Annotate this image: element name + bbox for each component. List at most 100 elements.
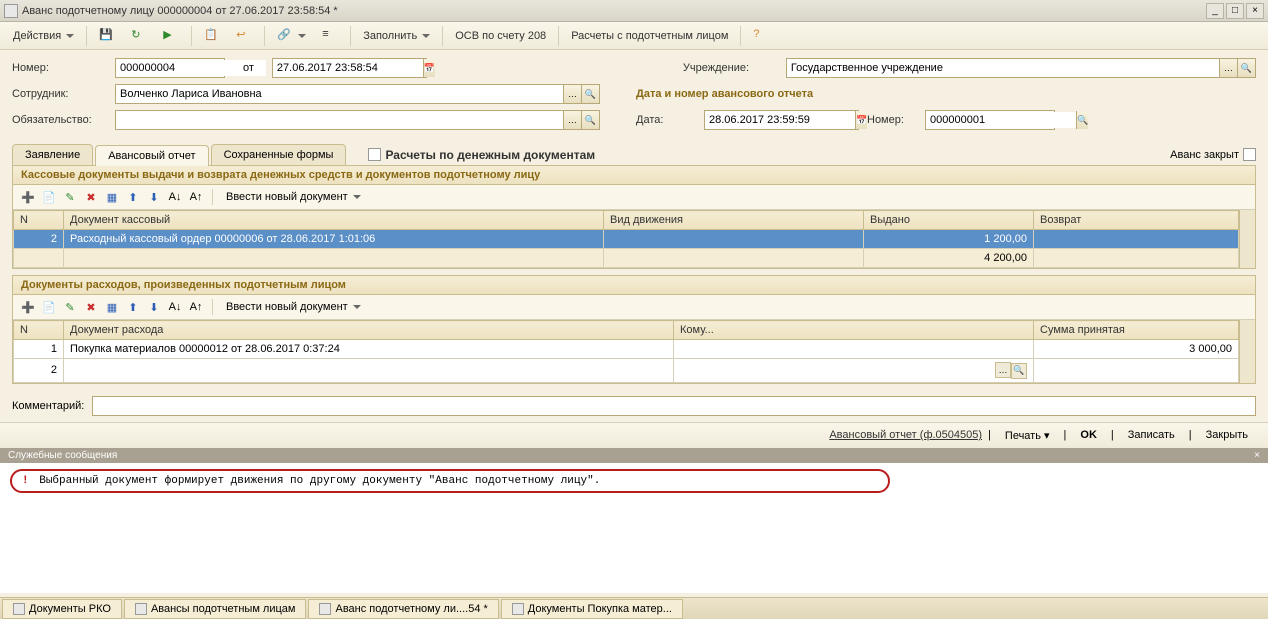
obligation-field[interactable]: … 🔍 <box>115 110 600 130</box>
refresh-icon-button[interactable]: ↻ <box>124 25 154 47</box>
col-sum[interactable]: Сумма принятая <box>1034 321 1239 340</box>
move-up-button[interactable]: ⬆ <box>124 298 142 316</box>
number-field[interactable] <box>115 58 225 78</box>
table-row[interactable]: 2 …🔍 <box>14 359 1239 383</box>
osv-button[interactable]: ОСВ по счету 208 <box>448 27 553 45</box>
scrollbar[interactable] <box>1239 320 1255 383</box>
col-ret[interactable]: Возврат <box>1034 211 1239 230</box>
actions-menu[interactable]: Действия <box>6 27 81 45</box>
org-input[interactable] <box>787 60 1219 76</box>
col-who[interactable]: Кому... <box>674 321 1034 340</box>
number2-label: Номер: <box>867 114 917 126</box>
col-type[interactable]: Вид движения <box>604 211 864 230</box>
close-button[interactable]: Закрыть <box>1198 427 1256 443</box>
col-doc[interactable]: Документ расхода <box>64 321 674 340</box>
obligation-input[interactable] <box>116 112 563 128</box>
print-menu[interactable]: Печать ▾ <box>997 427 1058 444</box>
copy-row-button[interactable]: 📄 <box>40 188 58 206</box>
calendar-icon[interactable]: 📅 <box>855 111 867 129</box>
sort-desc-button[interactable]: A↑ <box>187 298 205 316</box>
tab-advance-report[interactable]: Авансовый отчет <box>95 145 208 166</box>
copy-row-button[interactable]: 📄 <box>40 298 58 316</box>
messages-close-icon[interactable]: × <box>1254 450 1260 461</box>
save-button[interactable]: Записать <box>1120 427 1183 443</box>
ok-button[interactable]: OK <box>1072 427 1105 443</box>
col-n[interactable]: N <box>14 321 64 340</box>
search-icon[interactable]: 🔍 <box>581 111 599 129</box>
table-row[interactable]: 2 Расходный кассовый ордер 00000006 от 2… <box>14 230 1239 249</box>
scrollbar[interactable] <box>1239 210 1255 268</box>
sort-desc-button[interactable]: A↑ <box>187 188 205 206</box>
move-up-button[interactable]: ⬆ <box>124 188 142 206</box>
col-out[interactable]: Выдано <box>864 211 1034 230</box>
status-tab-1[interactable]: Документы РКО <box>2 599 122 619</box>
post-icon-button[interactable]: ▶ <box>156 25 186 47</box>
number2-field[interactable]: 🔍 <box>925 110 1055 130</box>
tab-application[interactable]: Заявление <box>12 144 93 165</box>
floppy-icon: 💾 <box>99 28 115 44</box>
advance-closed-checkbox[interactable] <box>1243 148 1256 161</box>
fill-menu[interactable]: Заполнить <box>356 27 437 45</box>
employee-input[interactable] <box>116 86 563 102</box>
col-n[interactable]: N <box>14 211 64 230</box>
calendar-icon[interactable]: 📅 <box>423 59 435 77</box>
document-icon <box>319 603 331 615</box>
select-icon[interactable]: … <box>995 362 1011 378</box>
money-docs-checkbox[interactable]: Расчеты по денежным документам <box>368 148 595 162</box>
minimize-button[interactable]: _ <box>1206 3 1224 19</box>
help-button[interactable]: ? <box>746 25 776 47</box>
edit-button[interactable]: ✎ <box>61 298 79 316</box>
org-field[interactable]: … 🔍 <box>786 58 1256 78</box>
add-button[interactable]: ➕ <box>19 298 37 316</box>
date2-field[interactable]: 📅 <box>704 110 859 130</box>
select-icon[interactable]: … <box>563 85 581 103</box>
new-doc-menu[interactable]: Ввести новый документ <box>220 298 367 316</box>
checkbox-icon[interactable] <box>368 148 381 161</box>
status-tab-4[interactable]: Документы Покупка матер... <box>501 599 683 619</box>
grid-button[interactable]: ▦ <box>103 298 121 316</box>
search-icon[interactable]: 🔍 <box>1011 363 1027 379</box>
delete-button[interactable]: ✖ <box>82 188 100 206</box>
delete-button[interactable]: ✖ <box>82 298 100 316</box>
select-icon[interactable]: … <box>563 111 581 129</box>
status-tab-3[interactable]: Аванс подотчетному ли....54 * <box>308 599 498 619</box>
grid-button[interactable]: ▦ <box>103 188 121 206</box>
expense-docs-title: Документы расходов, произведенных подотч… <box>13 276 1255 295</box>
chevron-down-icon <box>422 34 430 38</box>
status-tab-2[interactable]: Авансы подотчетным лицам <box>124 599 307 619</box>
sort-asc-button[interactable]: A↓ <box>166 188 184 206</box>
tab-saved-forms[interactable]: Сохраненные формы <box>211 144 347 165</box>
date2-input[interactable] <box>705 112 855 128</box>
add-button[interactable]: ➕ <box>19 188 37 206</box>
select-icon[interactable]: … <box>1219 59 1237 77</box>
copy-icon-button[interactable]: 📋 <box>197 25 227 47</box>
reverse-icon-button[interactable]: ↩ <box>229 25 259 47</box>
expense-docs-toolbar: ➕ 📄 ✎ ✖ ▦ ⬆ ⬇ A↓ A↑ Ввести новый докумен… <box>13 295 1255 320</box>
close-button[interactable]: × <box>1246 3 1264 19</box>
basis-icon-button[interactable]: 🔗 <box>270 25 313 47</box>
edit-button[interactable]: ✎ <box>61 188 79 206</box>
new-doc-menu[interactable]: Ввести новый документ <box>220 188 367 206</box>
window-title: Аванс подотчетному лицу 000000004 от 27.… <box>22 5 1204 17</box>
employee-field[interactable]: … 🔍 <box>115 84 600 104</box>
structure-icon-button[interactable]: ≡ <box>315 25 345 47</box>
table-row[interactable]: 1 Покупка материалов 00000012 от 28.06.2… <box>14 340 1239 359</box>
report-link[interactable]: Авансовый отчет (ф.0504505) <box>829 429 982 441</box>
employee-label: Сотрудник: <box>12 88 107 100</box>
calculations-button[interactable]: Расчеты с подотчетным лицом <box>564 27 735 45</box>
number-label: Номер: <box>12 62 107 74</box>
number2-input[interactable] <box>926 112 1076 128</box>
sort-asc-button[interactable]: A↓ <box>166 298 184 316</box>
search-icon[interactable]: 🔍 <box>581 85 599 103</box>
search-icon[interactable]: 🔍 <box>1237 59 1255 77</box>
date-input[interactable] <box>273 60 423 76</box>
move-down-button[interactable]: ⬇ <box>145 188 163 206</box>
search-icon[interactable]: 🔍 <box>1076 111 1088 129</box>
col-doc[interactable]: Документ кассовый <box>64 211 604 230</box>
error-message: ! Выбранный документ формирует движения … <box>10 469 890 493</box>
save-icon-button[interactable]: 💾 <box>92 25 122 47</box>
comment-input[interactable] <box>92 396 1256 416</box>
move-down-button[interactable]: ⬇ <box>145 298 163 316</box>
date-field[interactable]: 📅 <box>272 58 427 78</box>
maximize-button[interactable]: □ <box>1226 3 1244 19</box>
